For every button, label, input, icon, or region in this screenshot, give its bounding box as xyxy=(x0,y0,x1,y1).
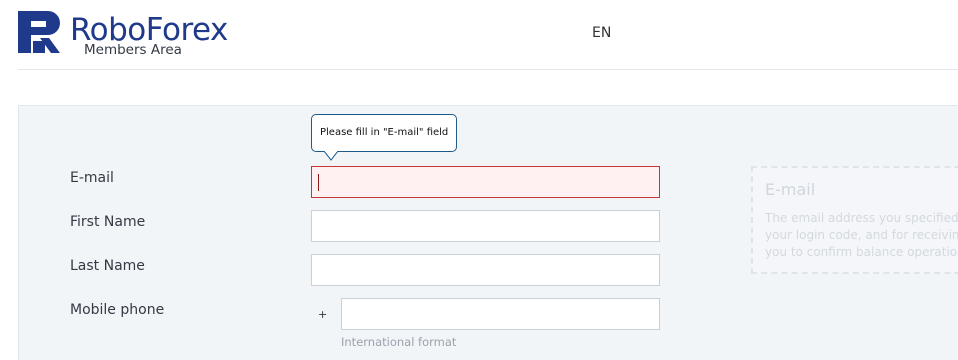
email-input[interactable] xyxy=(311,166,660,198)
tooltip-arrow-icon xyxy=(324,151,338,161)
email-error-tooltip: Please fill in "E-mail" field xyxy=(311,114,458,152)
last-name-input[interactable] xyxy=(311,254,660,286)
first-name-input[interactable] xyxy=(311,210,660,242)
mobile-phone-input[interactable] xyxy=(341,298,660,330)
phone-prefix: + xyxy=(318,308,328,321)
page: RoboForex Members Area EN Please fill in… xyxy=(0,0,958,360)
last-name-label: Last Name xyxy=(70,258,145,274)
roboforex-logo[interactable]: RoboForex Members Area xyxy=(18,10,248,60)
roboforex-logo-icon xyxy=(18,11,60,53)
header-divider xyxy=(18,69,958,70)
header: RoboForex Members Area EN xyxy=(0,0,958,70)
help-text-line: you to confirm balance operatio xyxy=(765,245,958,259)
mobile-phone-label: Mobile phone xyxy=(70,302,165,318)
help-text-line: your login code, and for receivin xyxy=(765,228,958,242)
help-title: E-mail xyxy=(765,180,816,199)
help-text-line: The email address you specified xyxy=(765,211,958,225)
email-text-cursor xyxy=(318,174,319,191)
phone-format-hint: International format xyxy=(341,335,457,349)
first-name-label: First Name xyxy=(70,214,146,230)
language-selector[interactable]: EN xyxy=(592,25,611,41)
email-label: E-mail xyxy=(70,170,114,186)
help-text: The email address you specified your log… xyxy=(765,210,958,261)
brand-subtitle: Members Area xyxy=(84,42,182,58)
